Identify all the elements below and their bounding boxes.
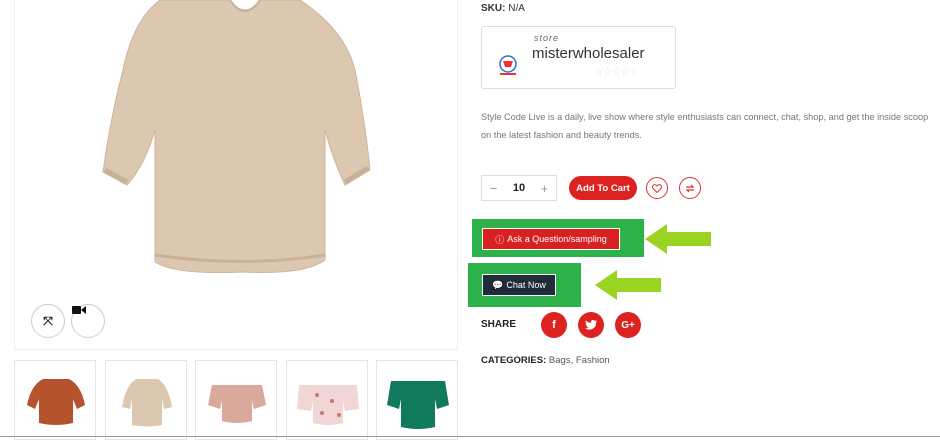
add-to-cart-button[interactable]: Add To Cart (569, 176, 637, 200)
qty-plus-button[interactable]: + (541, 181, 549, 196)
facebook-icon: f (552, 319, 556, 331)
google-plus-share-button[interactable]: G+ (615, 312, 641, 338)
video-icon (72, 306, 86, 314)
thumbnail-image (122, 379, 172, 427)
twitter-icon (585, 320, 597, 330)
arrow-pointer-chat (595, 270, 661, 300)
categories-label: CATEGORIES: (481, 355, 547, 366)
store-label: store (534, 33, 560, 43)
chat-now-button[interactable]: 💬 Chat Now (482, 274, 556, 296)
thumbnail-image (208, 385, 266, 423)
expand-button[interactable]: ⤧ (31, 304, 65, 338)
store-rating-stars: ☆☆☆☆☆ (594, 67, 639, 78)
thumbnail-floral-top[interactable] (286, 360, 368, 440)
quantity-stepper[interactable]: − 10 + (481, 175, 557, 201)
thumbnail-image (27, 379, 85, 425)
qty-value[interactable]: 10 (513, 182, 525, 194)
twitter-share-button[interactable] (578, 312, 604, 338)
sweater-beige-image (102, 0, 371, 274)
thumbnail-green-blouse[interactable] (376, 360, 458, 440)
category-link-fashion[interactable]: Fashion (576, 355, 610, 366)
ask-question-label: Ask a Question/sampling (507, 234, 607, 244)
video-button[interactable] (71, 304, 105, 338)
expand-icon: ⤧ (43, 313, 53, 328)
store-logo-icon (499, 55, 517, 75)
sku-line: SKU: N/A (481, 3, 525, 14)
compare-button[interactable] (679, 177, 701, 199)
google-plus-icon: G+ (621, 319, 635, 331)
page-divider (0, 436, 940, 437)
thumbnail-pink-blouse[interactable] (195, 360, 277, 440)
ask-question-button[interactable]: ⓘ Ask a Question/sampling (482, 228, 620, 250)
qty-minus-button[interactable]: − (490, 181, 498, 196)
thumbnail-beige-sweater[interactable] (105, 360, 187, 440)
thumbnail-image (387, 381, 449, 429)
chat-bubble-icon: 💬 (492, 279, 504, 290)
question-icon: ⓘ (495, 234, 505, 245)
facebook-share-button[interactable]: f (541, 312, 567, 338)
share-label: SHARE (481, 319, 517, 330)
categories-line: CATEGORIES: Bags, Fashion (481, 355, 610, 366)
main-product-image[interactable]: ⤧ (14, 0, 458, 350)
arrow-pointer-ask (645, 224, 711, 254)
thumbnail-image (297, 385, 359, 425)
category-link-bags[interactable]: Bags (549, 355, 571, 366)
product-description: Style Code Live is a daily, live show wh… (481, 112, 929, 140)
sku-label: SKU: (481, 3, 506, 14)
store-name[interactable]: misterwholesaler (532, 45, 645, 62)
wishlist-button[interactable] (646, 177, 668, 199)
heart-icon (652, 183, 662, 193)
sku-value: N/A (508, 3, 525, 14)
store-card[interactable]: store misterwholesaler ☆☆☆☆☆ (481, 26, 676, 89)
chat-now-label: Chat Now (506, 280, 546, 290)
thumbnail-rust-top[interactable] (14, 360, 96, 440)
compare-icon (685, 184, 695, 192)
